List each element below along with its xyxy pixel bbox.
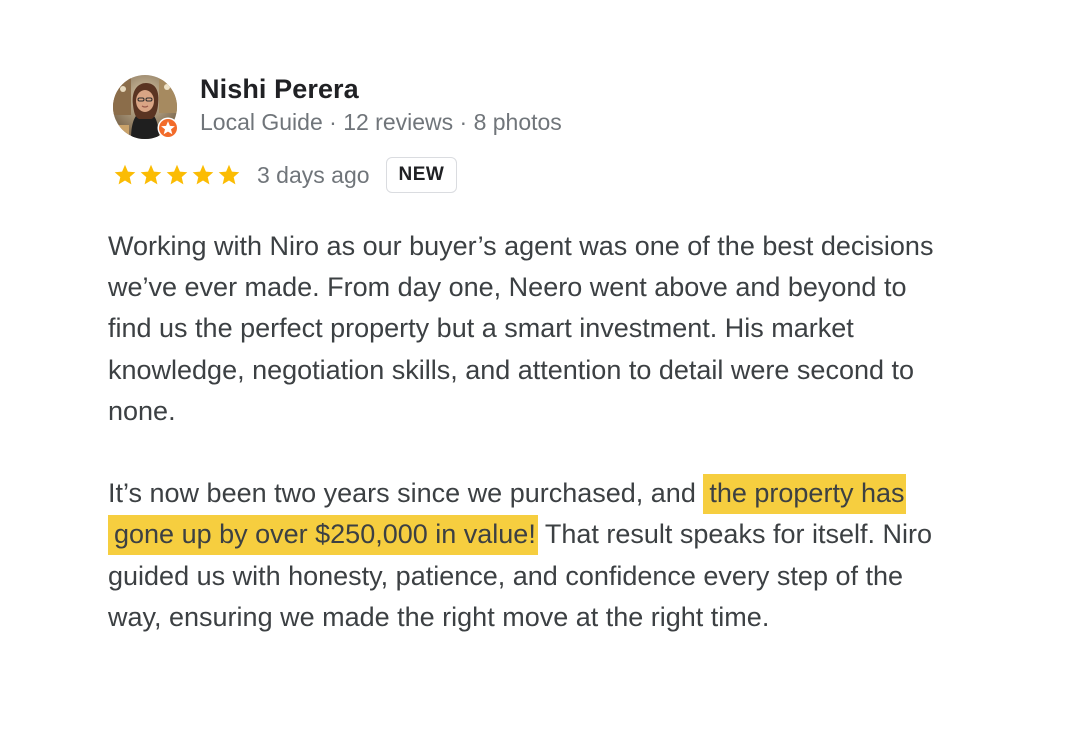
author-meta[interactable]: Local Guide · 12 reviews · 8 photos (200, 109, 562, 136)
star-rating (113, 163, 241, 187)
review-paragraph-2: It’s now been two years since we purchas… (108, 473, 948, 638)
review-date: 3 days ago (257, 161, 370, 188)
avatar[interactable] (113, 75, 179, 139)
rating-row: 3 days ago NEW (113, 155, 458, 195)
review-paragraph-1: Working with Niro as our buyer’s agent w… (108, 231, 934, 426)
star-icon (114, 164, 136, 185)
star-icon (192, 164, 214, 185)
new-badge: NEW (385, 157, 458, 193)
star-icon (218, 164, 240, 185)
review-card: Nishi Perera Local Guide · 12 reviews · … (0, 0, 1080, 744)
star-icon (140, 164, 162, 185)
author-name[interactable]: Nishi Perera (200, 74, 359, 105)
review-paragraph-2-start: It’s now been two years since we purchas… (108, 478, 704, 509)
star-icon (166, 164, 188, 185)
review-text: Working with Niro as our buyer’s agent w… (108, 226, 948, 638)
local-guide-badge-icon (157, 117, 179, 139)
